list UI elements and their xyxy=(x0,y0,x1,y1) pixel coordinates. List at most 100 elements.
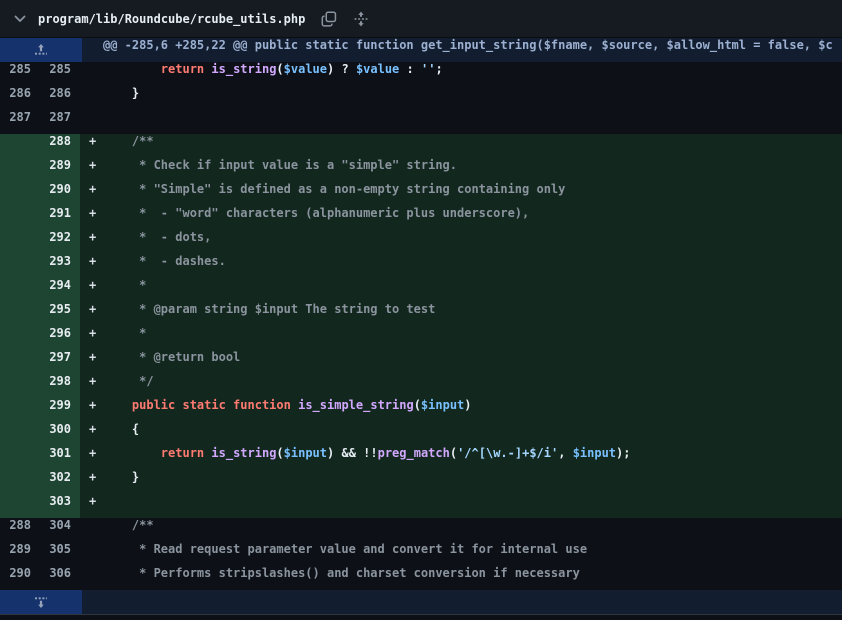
old-line-number[interactable] xyxy=(0,494,40,518)
diff-row: 301 + return is_string($input) && !!preg… xyxy=(0,446,842,470)
diff-row: 289 + * Check if input value is a "simpl… xyxy=(0,158,842,182)
diff-file-card: program/lib/Roundcube/rcube_utils.php @@… xyxy=(0,0,842,620)
new-line-number[interactable]: 293 xyxy=(40,254,80,278)
new-line-number[interactable]: 288 xyxy=(40,134,80,158)
diff-sign: + xyxy=(80,350,103,374)
old-line-number[interactable]: 285 xyxy=(0,62,40,86)
code-line: * - "word" characters (alphanumeric plus… xyxy=(103,206,842,230)
code-line: /** xyxy=(103,134,842,158)
code-line: * "Simple" is defined as a non-empty str… xyxy=(103,182,842,206)
diff-sign xyxy=(80,542,103,566)
old-line-number[interactable] xyxy=(0,254,40,278)
diff-sign: + xyxy=(80,446,103,470)
new-line-number[interactable]: 297 xyxy=(40,350,80,374)
diff-sign: + xyxy=(80,422,103,446)
diff-row: 298 + */ xyxy=(0,374,842,398)
fold-down-icon xyxy=(33,594,49,610)
diff-sign xyxy=(80,518,103,542)
diff-row: 303 + xyxy=(0,494,842,518)
diff-sign: + xyxy=(80,182,103,206)
new-line-number[interactable]: 302 xyxy=(40,470,80,494)
code-line: } xyxy=(103,86,842,110)
code-line: * Read request parameter value and conve… xyxy=(103,542,842,566)
old-line-number[interactable] xyxy=(0,398,40,422)
diff-row: 286 286 } xyxy=(0,86,842,110)
code-line: * xyxy=(103,278,842,302)
old-line-number[interactable] xyxy=(0,350,40,374)
diff-row: 289 305 * Read request parameter value a… xyxy=(0,542,842,566)
old-line-number[interactable] xyxy=(0,230,40,254)
old-line-number[interactable] xyxy=(0,374,40,398)
diff-sign: + xyxy=(80,470,103,494)
diff-row: 287 287 xyxy=(0,110,842,134)
new-line-number[interactable]: 290 xyxy=(40,182,80,206)
diff-row: 296 + * xyxy=(0,326,842,350)
new-line-number[interactable]: 287 xyxy=(40,110,80,134)
old-line-number[interactable] xyxy=(0,134,40,158)
new-line-number[interactable]: 286 xyxy=(40,86,80,110)
new-line-number[interactable]: 305 xyxy=(40,542,80,566)
diff-sign xyxy=(80,110,103,134)
diff-row: 292 + * - dots, xyxy=(0,230,842,254)
old-line-number[interactable] xyxy=(0,158,40,182)
expand-down-row xyxy=(0,590,842,615)
old-line-number[interactable] xyxy=(0,470,40,494)
file-header: program/lib/Roundcube/rcube_utils.php xyxy=(0,0,842,38)
new-line-number[interactable]: 289 xyxy=(40,158,80,182)
copy-path-button[interactable] xyxy=(321,11,337,27)
old-line-number[interactable]: 289 xyxy=(0,542,40,566)
diff-row: 290 + * "Simple" is defined as a non-emp… xyxy=(0,182,842,206)
code-line: return is_string($value) ? $value : ''; xyxy=(103,62,842,86)
diff-sign: + xyxy=(80,278,103,302)
diff-sign: + xyxy=(80,254,103,278)
code-line: * xyxy=(103,326,842,350)
old-line-number[interactable] xyxy=(0,302,40,326)
old-line-number[interactable] xyxy=(0,206,40,230)
new-line-number[interactable]: 285 xyxy=(40,62,80,86)
expand-all-button[interactable] xyxy=(353,11,369,27)
new-line-number[interactable]: 294 xyxy=(40,278,80,302)
expand-up-button[interactable] xyxy=(0,38,82,62)
diff-sign: + xyxy=(80,134,103,158)
new-line-number[interactable]: 304 xyxy=(40,518,80,542)
collapse-file-button[interactable] xyxy=(13,12,27,26)
diff-sign xyxy=(80,86,103,110)
diff-sign xyxy=(80,62,103,86)
code-line xyxy=(103,494,842,518)
old-line-number[interactable]: 286 xyxy=(0,86,40,110)
new-line-number[interactable]: 303 xyxy=(40,494,80,518)
new-line-number[interactable]: 295 xyxy=(40,302,80,326)
old-line-number[interactable]: 290 xyxy=(0,566,40,590)
diff-row: 288 + /** xyxy=(0,134,842,158)
old-line-number[interactable]: 288 xyxy=(0,518,40,542)
old-line-number[interactable] xyxy=(0,446,40,470)
code-line: */ xyxy=(103,374,842,398)
diff-sign: + xyxy=(80,206,103,230)
chevron-down-icon xyxy=(13,12,27,26)
diff-sign: + xyxy=(80,326,103,350)
new-line-number[interactable]: 306 xyxy=(40,566,80,590)
diff-sign: + xyxy=(80,230,103,254)
new-line-number[interactable]: 301 xyxy=(40,446,80,470)
new-line-number[interactable]: 296 xyxy=(40,326,80,350)
unfold-all-icon xyxy=(353,11,369,27)
file-path[interactable]: program/lib/Roundcube/rcube_utils.php xyxy=(38,12,305,26)
expand-down-button[interactable] xyxy=(0,590,82,614)
old-line-number[interactable] xyxy=(0,326,40,350)
old-line-number[interactable] xyxy=(0,422,40,446)
diff-rows: 285 285 return is_string($value) ? $valu… xyxy=(0,62,842,590)
old-line-number[interactable]: 287 xyxy=(0,110,40,134)
diff-sign xyxy=(80,566,103,590)
code-line: * @return bool xyxy=(103,350,842,374)
old-line-number[interactable] xyxy=(0,182,40,206)
new-line-number[interactable]: 298 xyxy=(40,374,80,398)
hunk-header-row: @@ -285,6 +285,22 @@ public static funct… xyxy=(0,38,842,62)
new-line-number[interactable]: 291 xyxy=(40,206,80,230)
diff-row: 285 285 return is_string($value) ? $valu… xyxy=(0,62,842,86)
new-line-number[interactable]: 292 xyxy=(40,230,80,254)
new-line-number[interactable]: 300 xyxy=(40,422,80,446)
new-line-number[interactable]: 299 xyxy=(40,398,80,422)
old-line-number[interactable] xyxy=(0,278,40,302)
diff-sign: + xyxy=(80,374,103,398)
diff-row: 300 + { xyxy=(0,422,842,446)
